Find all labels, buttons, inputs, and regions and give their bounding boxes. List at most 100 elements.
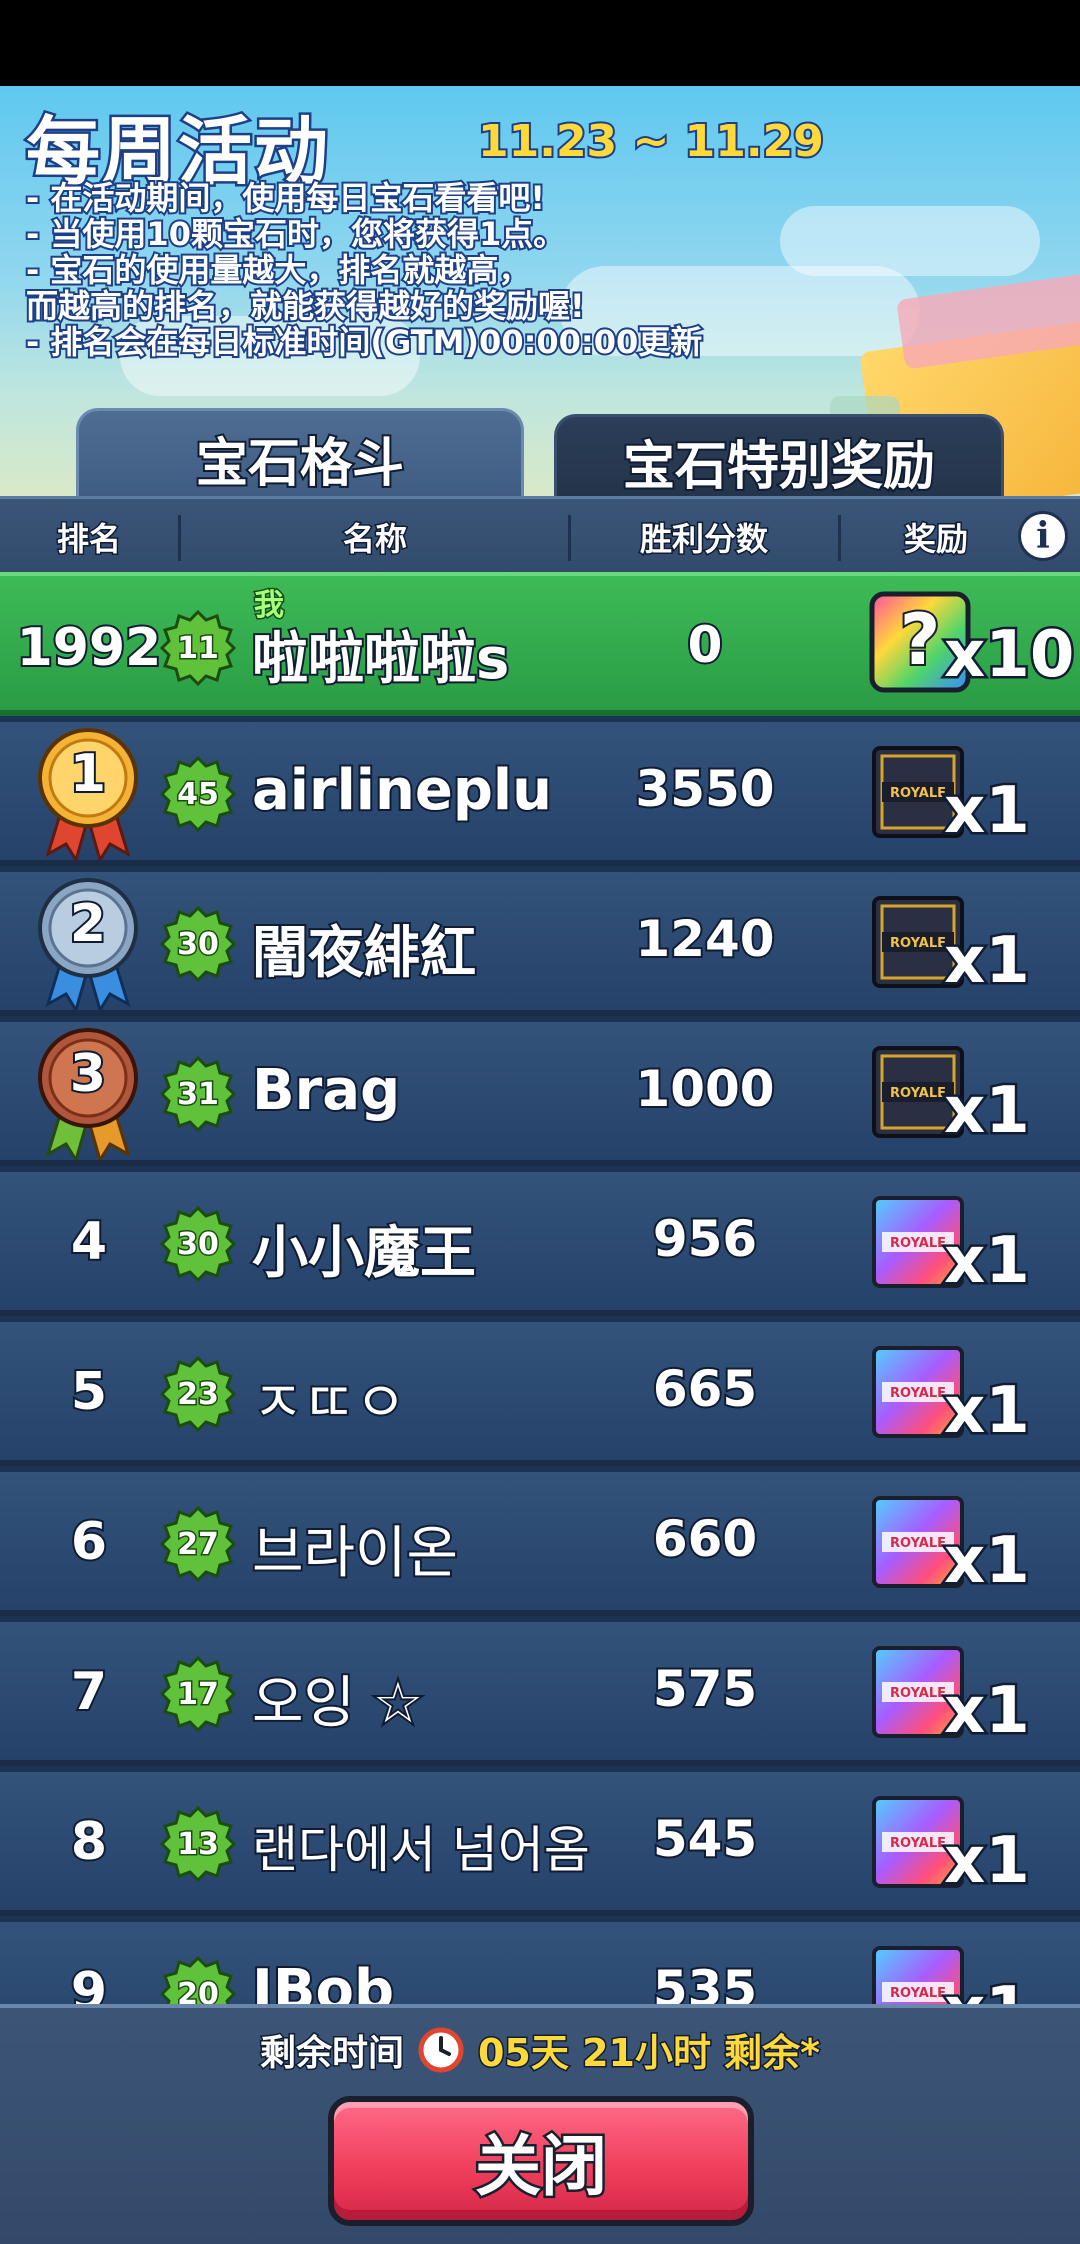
level-number: 13 [176, 1825, 221, 1863]
rule-line: - 排名会在每日标准时间(GTM)00:00:00更新 [24, 322, 704, 362]
ranking-list[interactable]: 我 1992 11 啦啦啦啦s 0 ? x10 1 45 airlineplu … [0, 572, 1080, 2004]
rank-number: 2 [68, 892, 108, 956]
header-reward: 奖励 [902, 519, 969, 560]
player-score: 665 [651, 1358, 759, 1420]
svg-text:?: ? [900, 599, 941, 681]
reward-quantity: x1 [942, 1822, 1033, 1901]
player-name: JBob [250, 1956, 396, 2004]
level-badge: 30 [159, 1205, 237, 1283]
table-row: 7 17 오잉 ☆ 575 ROYALE x1 [0, 1622, 1080, 1766]
level-badge: 20 [159, 1955, 237, 2004]
reward-quantity: x1 [942, 1972, 1033, 2005]
event-rules: - 在活动期间，使用每日宝石看看吧! - 当使用10颗宝石时，您将获得1点。 -… [24, 178, 826, 362]
remaining-time: 剩余时间 05天 21小时 剩余* [0, 2022, 1080, 2077]
level-number: 11 [176, 629, 221, 667]
clock-icon [418, 2027, 464, 2073]
svg-text:ROYALE: ROYALE [890, 1386, 946, 1401]
svg-text:ROYALE: ROYALE [890, 1686, 946, 1701]
level-badge: 17 [159, 1655, 237, 1733]
player-name: airlineplu [250, 756, 554, 825]
table-row: 3 31 Brag 1000 ROYALE x1 [0, 1022, 1080, 1166]
level-number: 23 [176, 1375, 221, 1413]
player-score: 3550 [633, 758, 776, 820]
remaining-time-value: 05天 21小时 剩余* [476, 2030, 821, 2077]
table-row: 5 23 ㅈㄸㅇ 665 ROYALE x1 [0, 1322, 1080, 1466]
level-badge: 23 [159, 1355, 237, 1433]
reward-quantity: x1 [942, 1222, 1033, 1301]
header-name: 名称 [341, 519, 408, 560]
rank-number: 3 [68, 1042, 108, 1106]
rule-line: - 宝石的使用量越大，排名就越高， [24, 250, 532, 290]
table-header: 排名 名称 胜利分数 奖励 i [0, 496, 1080, 572]
footer-panel: 剩余时间 05天 21小时 剩余* 关闭 [0, 2004, 1080, 2244]
svg-text:ROYALE: ROYALE [890, 936, 946, 951]
rank-number: 5 [69, 1360, 109, 1424]
reward-quantity: x1 [942, 1672, 1033, 1751]
rule-line: 而越高的排名，就能获得越好的奖励喔! [24, 286, 587, 326]
level-badge: 31 [159, 1055, 237, 1133]
player-score: 1240 [633, 908, 776, 970]
rank-number: 1992 [15, 616, 164, 680]
level-badge: 45 [159, 755, 237, 833]
player-score: 535 [651, 1958, 759, 2004]
table-row: 2 30 闇夜緋紅 1240 ROYALE x1 [0, 872, 1080, 1016]
svg-text:ROYALE: ROYALE [890, 1086, 946, 1101]
rank-number: 4 [69, 1210, 109, 1274]
player-name: 랜다에서 넘어옴 [250, 1819, 592, 1881]
status-bar [0, 0, 1080, 86]
level-number: 30 [176, 925, 221, 963]
header-rank: 排名 [55, 519, 122, 560]
player-score: 0 [686, 614, 725, 676]
rank-number: 8 [69, 1810, 109, 1874]
level-number: 20 [176, 1975, 221, 2004]
player-name: 오잉 ☆ [250, 1669, 425, 1738]
player-name: 브라이온 [250, 1519, 460, 1588]
player-name: 小小魔王 [250, 1219, 478, 1288]
svg-text:ROYALE: ROYALE [890, 786, 946, 801]
svg-text:ROYALE: ROYALE [890, 1536, 946, 1551]
player-score: 660 [651, 1508, 759, 1570]
level-number: 30 [176, 1225, 221, 1263]
rank-number: 1 [68, 742, 108, 806]
rank-number: 6 [69, 1510, 109, 1574]
player-name: 啦啦啦啦s [250, 625, 511, 694]
close-button[interactable]: 关闭 [328, 2096, 754, 2226]
svg-text:ROYALE: ROYALE [890, 1836, 946, 1851]
remaining-time-label: 剩余时间 [258, 2031, 405, 2075]
reward-quantity: x1 [942, 1072, 1033, 1151]
level-badge: 27 [159, 1505, 237, 1583]
table-row: 8 13 랜다에서 넘어옴 545 ROYALE x1 [0, 1772, 1080, 1916]
player-name: Brag [250, 1056, 402, 1125]
event-date-range: 11.23 ~ 11.29 [476, 114, 826, 169]
header-score: 胜利分数 [638, 519, 769, 560]
level-badge: 30 [159, 905, 237, 983]
table-row: 1 45 airlineplu 3550 ROYALE x1 [0, 722, 1080, 866]
reward-quantity: x1 [942, 1372, 1033, 1451]
svg-text:ROYALE: ROYALE [890, 1986, 946, 2001]
rule-line: - 当使用10颗宝石时，您将获得1点。 [24, 214, 567, 254]
level-number: 27 [176, 1525, 221, 1563]
player-score: 956 [651, 1208, 759, 1270]
rank-number: 9 [69, 1960, 109, 2004]
tab-gem-special-reward[interactable]: 宝石特别奖励 [554, 414, 1004, 506]
table-row: 4 30 小小魔王 956 ROYALE x1 [0, 1172, 1080, 1316]
reward-quantity: x10 [941, 616, 1076, 695]
level-number: 45 [176, 775, 221, 813]
player-score: 545 [651, 1808, 759, 1870]
table-row: 6 27 브라이온 660 ROYALE x1 [0, 1472, 1080, 1616]
rule-line: - 在活动期间，使用每日宝石看看吧! [24, 178, 547, 218]
reward-quantity: x1 [942, 922, 1033, 1001]
player-score: 1000 [633, 1058, 776, 1120]
table-row: 9 20 JBob 535 ROYALE x1 [0, 1922, 1080, 2004]
level-number: 31 [176, 1075, 221, 1113]
reward-quantity: x1 [942, 772, 1033, 851]
svg-text:ROYALE: ROYALE [890, 1236, 946, 1251]
my-rank-row: 我 1992 11 啦啦啦啦s 0 ? x10 [0, 572, 1080, 716]
level-badge: 11 [159, 609, 237, 687]
info-icon[interactable]: i [1018, 511, 1068, 561]
level-number: 17 [176, 1675, 221, 1713]
player-score: 575 [651, 1658, 759, 1720]
player-name: 闇夜緋紅 [250, 919, 478, 988]
tab-gem-battle[interactable]: 宝石格斗 [76, 408, 524, 506]
reward-quantity: x1 [942, 1522, 1033, 1601]
